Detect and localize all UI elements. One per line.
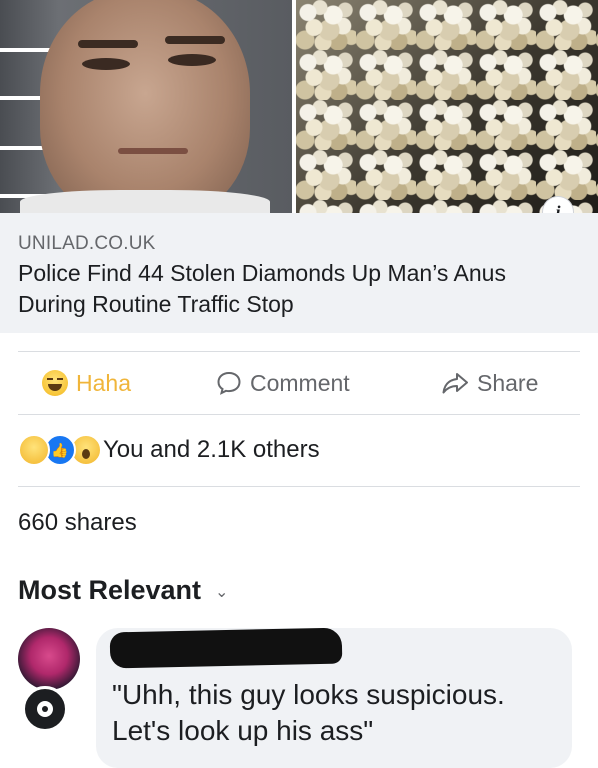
comment-label: Comment	[250, 369, 350, 396]
comment-sort-label: Most Relevant	[18, 575, 202, 605]
left-eye	[82, 58, 130, 70]
shirt-collar	[20, 190, 270, 213]
comment-sort-dropdown[interactable]: Most Relevant ⌄	[18, 575, 228, 606]
chevron-down-icon: ⌄	[215, 583, 229, 601]
divider-reactions	[18, 486, 580, 487]
reactions-summary[interactable]: You and 2.1K others	[103, 436, 320, 464]
right-brow	[165, 36, 225, 44]
face-shape	[40, 0, 250, 213]
mugshot-image[interactable]	[0, 0, 292, 213]
left-brow	[78, 40, 138, 48]
comment-text: "Uhh, this guy looks suspicious. Let's l…	[112, 679, 505, 746]
reaction-icons[interactable]: 👍	[18, 434, 102, 466]
diamonds-image[interactable]	[296, 0, 598, 213]
share-icon	[442, 373, 468, 394]
haha-emoji-icon	[42, 370, 68, 396]
haha-button[interactable]: Haha	[42, 368, 131, 398]
comment-icon	[217, 371, 241, 395]
comment-button[interactable]: Comment	[216, 368, 350, 398]
link-source: UNILAD.CO.UK	[18, 233, 156, 254]
divider-top	[18, 351, 580, 352]
share-count[interactable]: 660 shares	[18, 509, 137, 537]
share-label: Share	[477, 369, 539, 396]
redacted-commenter-name	[109, 627, 343, 669]
link-headline[interactable]: Police Find 44 Stolen Diamonds Up Man’s …	[18, 258, 578, 320]
haha-label: Haha	[76, 369, 131, 396]
haha-reaction-icon	[18, 434, 50, 466]
mouth	[118, 148, 188, 154]
divider-actions	[18, 414, 580, 415]
profile-badge-icon	[22, 686, 68, 732]
avatar[interactable]	[18, 628, 80, 690]
share-button[interactable]: Share	[441, 368, 538, 398]
right-eye	[168, 54, 216, 66]
